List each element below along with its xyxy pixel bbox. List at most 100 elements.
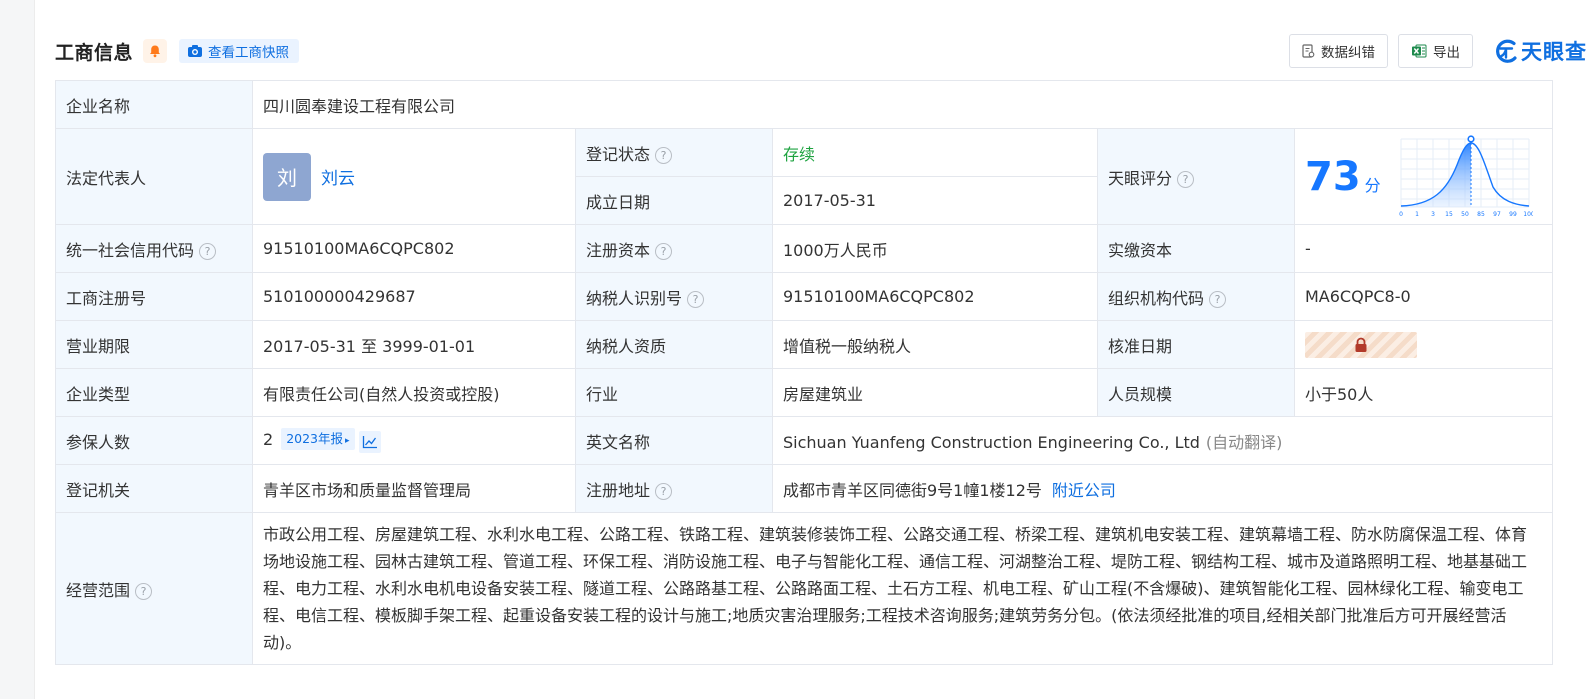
legal-rep-name-link[interactable]: 刘云 <box>321 169 355 189</box>
correction-icon <box>1302 44 1315 58</box>
excel-icon <box>1412 44 1427 58</box>
help-icon[interactable]: ? <box>655 482 673 500</box>
help-icon[interactable]: ? <box>1209 290 1227 308</box>
help-icon[interactable]: ? <box>1177 170 1195 188</box>
scope-label-cell: 经营范围? <box>55 512 253 665</box>
authority-label: 登记机关 <box>55 464 253 513</box>
paid-capital-label: 实缴资本 <box>1097 224 1295 273</box>
taxpayer-qual-label: 纳税人资质 <box>575 320 773 369</box>
locked-content-button[interactable] <box>1305 331 1417 358</box>
taxpayer-id-label: 纳税人识别号 <box>586 288 683 308</box>
help-icon[interactable]: ? <box>655 146 673 164</box>
annual-report-label: 2023年报 <box>286 431 343 446</box>
table-row: 法定代表人 刘刘云 登记状态? 存续 天眼评分? 73 分 0 1 3 15 5… <box>55 128 1554 225</box>
export-button[interactable]: 导出 <box>1398 34 1473 68</box>
staff-size-label: 人员规模 <box>1097 368 1295 417</box>
score-label-cell: 天眼评分? <box>1097 128 1295 225</box>
export-label: 导出 <box>1433 45 1460 61</box>
data-correction-button[interactable]: 数据纠错 <box>1289 34 1388 68</box>
english-name-cell: Sichuan Yuanfeng Construction Engineerin… <box>771 416 1554 465</box>
view-snapshot-button[interactable]: 查看工商快照 <box>179 39 300 63</box>
company-type: 有限责任公司(自然人投资或控股) <box>252 368 576 417</box>
english-name-label: 英文名称 <box>575 416 773 465</box>
section-header: 工商信息 查看工商快照 <box>55 36 300 66</box>
score-marker <box>1467 134 1475 143</box>
company-name-label: 企业名称 <box>55 80 253 129</box>
staff-size: 小于50人 <box>1293 368 1554 417</box>
legal-rep-label: 法定代表人 <box>55 128 253 225</box>
score-axis-tick: 1 <box>1415 211 1419 218</box>
score-unit: 分 <box>1364 175 1381 195</box>
org-code-label: 组织机构代码 <box>1108 288 1205 308</box>
table-row: 经营范围? 市政公用工程、房屋建筑工程、水利水电工程、公路工程、铁路工程、建筑装… <box>55 512 1554 665</box>
credit-code-label: 统一社会信用代码 <box>66 240 195 260</box>
business-term: 2017-05-31 至 3999-01-01 <box>252 320 576 369</box>
bell-icon <box>150 45 161 58</box>
help-icon[interactable]: ? <box>135 582 153 600</box>
status-badge: 存续 <box>783 144 816 164</box>
term-label: 营业期限 <box>55 320 253 369</box>
registration-authority: 青羊区市场和质量监督管理局 <box>252 464 576 513</box>
table-row: 企业名称 四川圆奉建设工程有限公司 <box>55 80 1554 129</box>
logo-text: 天眼查 <box>1521 40 1587 64</box>
table-row: 统一社会信用代码? 91510100MA6CQPC802 注册资本? 1000万… <box>55 224 1554 273</box>
score-label: 天眼评分 <box>1108 168 1173 188</box>
status-label-cell: 登记状态? <box>575 128 773 177</box>
table-row: 工商注册号 510100000429687 纳税人识别号? 91510100MA… <box>55 272 1554 321</box>
org-code-label-cell: 组织机构代码? <box>1097 272 1295 321</box>
established-date: 2017-05-31 <box>772 176 1098 225</box>
score-axis-tick: 99 <box>1509 211 1517 218</box>
score-widget[interactable]: 73 分 0 1 3 15 50 85 97 99 100 <box>1305 134 1542 219</box>
caret-right-icon: ▸ <box>345 436 350 446</box>
business-scope: 市政公用工程、房屋建筑工程、水利水电工程、公路工程、铁路工程、建筑装修装饰工程、… <box>251 512 1554 665</box>
help-icon[interactable]: ? <box>199 242 217 260</box>
annual-report-dropdown[interactable]: 2023年报 ▸ <box>281 428 355 450</box>
paid-capital: - <box>1293 224 1554 273</box>
score-axis-tick: 85 <box>1477 211 1485 218</box>
score-distribution-chart: 0 1 3 15 50 85 97 99 100 <box>1399 134 1533 218</box>
lock-icon <box>1355 337 1367 352</box>
reg-capital-label-cell: 注册资本? <box>575 224 773 273</box>
help-icon[interactable]: ? <box>687 290 705 308</box>
score-axis-tick: 100 <box>1523 211 1533 218</box>
table-row: 登记机关 青羊区市场和质量监督管理局 注册地址? 成都市青羊区同德街9号1幢1楼… <box>55 464 1554 513</box>
business-info-table: 企业名称 四川圆奉建设工程有限公司 法定代表人 刘刘云 登记状态? 存续 天眼评… <box>55 80 1554 665</box>
camera-icon <box>188 45 203 57</box>
view-snapshot-label: 查看工商快照 <box>208 45 290 61</box>
org-code: MA6CQPC8-0 <box>1293 272 1554 321</box>
header-tools: 数据纠错 导出 天眼查 <box>1289 34 1587 68</box>
type-label: 企业类型 <box>55 368 253 417</box>
score-cell[interactable]: 73 分 0 1 3 15 50 85 97 99 100 <box>1293 128 1554 225</box>
help-icon[interactable]: ? <box>655 242 673 260</box>
address-cell: 成都市青羊区同德街9号1幢1楼12号 附近公司 <box>771 464 1554 513</box>
table-row: 营业期限 2017-05-31 至 3999-01-01 纳税人资质 增值税一般… <box>55 320 1554 369</box>
insured-cell: 2 2023年报 ▸ <box>252 416 576 465</box>
approval-date-cell <box>1293 320 1554 369</box>
trend-chart-icon <box>362 436 377 449</box>
status-cell: 存续 <box>772 128 1098 177</box>
score-axis-tick: 97 <box>1493 211 1501 218</box>
insured-label: 参保人数 <box>55 416 253 465</box>
monitor-bell-button[interactable] <box>143 39 168 63</box>
tianyancha-logo: 天眼查 <box>1493 36 1587 66</box>
approval-date-label: 核准日期 <box>1097 320 1295 369</box>
status-label: 登记状态 <box>586 144 651 164</box>
logo-icon <box>1496 39 1517 63</box>
address-label-cell: 注册地址? <box>575 464 773 513</box>
trend-chart-button[interactable] <box>358 431 381 453</box>
reg-capital: 1000万人民币 <box>772 224 1098 273</box>
credit-code-label-cell: 统一社会信用代码? <box>55 224 253 273</box>
taxpayer-id-label-cell: 纳税人识别号? <box>575 272 773 321</box>
scope-label: 经营范围 <box>66 580 131 600</box>
nearby-companies-link[interactable]: 附近公司 <box>1052 481 1116 500</box>
avatar[interactable]: 刘 <box>263 152 311 201</box>
data-correction-label: 数据纠错 <box>1321 45 1375 61</box>
registered-address: 成都市青羊区同德街9号1幢1楼12号 <box>783 480 1042 500</box>
legal-rep-cell: 刘刘云 <box>252 128 576 225</box>
auto-translate-note: (自动翻译) <box>1205 432 1283 452</box>
company-name: 四川圆奉建设工程有限公司 <box>251 80 1554 129</box>
section-title: 工商信息 <box>55 41 134 64</box>
credit-code: 91510100MA6CQPC802 <box>252 224 576 273</box>
biz-reg-no: 510100000429687 <box>252 272 576 321</box>
score-area <box>1400 142 1471 207</box>
